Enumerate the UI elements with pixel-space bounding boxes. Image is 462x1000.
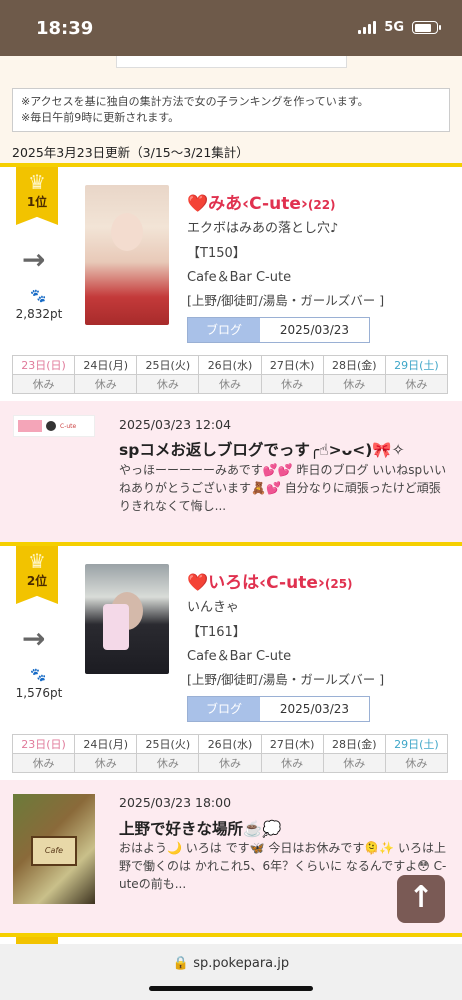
- notice-line-2: ※毎日午前9時に更新されます。: [21, 111, 180, 124]
- schedule-day: 23日(日): [11, 734, 76, 754]
- url-text: sp.pokepara.jp: [193, 956, 290, 971]
- schedule-day: 23日(日): [11, 355, 76, 375]
- schedule-day: 26日(水): [198, 355, 262, 375]
- scroll-to-top-button[interactable]: ↑: [397, 875, 445, 923]
- schedule-day: 25日(火): [136, 734, 200, 754]
- blog-label: ブログ: [188, 318, 260, 342]
- schedule-day: 27日(木): [260, 355, 324, 375]
- blog-post-time: 2025/03/23 18:00: [119, 795, 232, 810]
- rank-card-1[interactable]: ♛ 1位 → 🐾 2,832pt ❤️みあ‹C-ute›(22) エクボはみあの…: [0, 163, 462, 401]
- blog-post-title[interactable]: 上野で好きな場所☕️💭: [119, 817, 449, 839]
- schedule-day: 24日(月): [74, 355, 138, 375]
- blog-date: 2025/03/23: [279, 702, 350, 716]
- schedule-status: 休み: [384, 753, 449, 773]
- schedule-day: 29日(土): [384, 355, 449, 375]
- blog-link[interactable]: ブログ 2025/03/23: [187, 317, 370, 343]
- girl-age: (22): [307, 198, 336, 212]
- girl-name-link[interactable]: ❤️いろは‹C-ute›(25): [187, 568, 353, 593]
- home-indicator[interactable]: [149, 986, 313, 991]
- top-search-box-edge: [116, 56, 347, 68]
- schedule-day: 24日(月): [74, 734, 138, 754]
- schedule-status: 休み: [11, 753, 76, 773]
- schedule-day: 29日(土): [384, 734, 449, 754]
- update-date: 2025年3月23日更新（3/15〜3/21集計）: [12, 145, 249, 160]
- url-bar[interactable]: 🔒 sp.pokepara.jp: [0, 956, 462, 971]
- schedule-day: 25日(火): [136, 355, 200, 375]
- girl-age: (25): [324, 577, 353, 591]
- girl-name: みあ‹C-ute›: [208, 194, 308, 214]
- battery-icon: [412, 21, 441, 34]
- crown-icon: ♛: [28, 170, 46, 194]
- next-rank-card-edge: [0, 933, 462, 945]
- schedule-status: 休み: [260, 753, 324, 773]
- schedule-status: 休み: [198, 374, 262, 394]
- rank-card-2[interactable]: ♛ 2位 → 🐾 1,576pt ❤️いろは‹C-ute›(25) いんきゃ 【…: [0, 542, 462, 780]
- blog-post-1[interactable]: C-ute 2025/03/23 12:04 spコメお返しブログでっす╭☝︎>…: [0, 401, 462, 542]
- girl-name-link[interactable]: ❤️みあ‹C-ute›(22): [187, 189, 336, 214]
- lock-icon: 🔒: [172, 956, 194, 971]
- signal-icon: [358, 21, 377, 34]
- browser-bar: 🔒 sp.pokepara.jp: [0, 944, 462, 1000]
- network-label: 5G: [384, 20, 404, 35]
- notice-line-1: ※アクセスを基に独自の集計方法で女の子ランキングを作っています。: [21, 95, 369, 108]
- crown-icon: ♛: [28, 549, 46, 573]
- points: 1,576pt: [15, 686, 63, 700]
- girl-photo[interactable]: [85, 185, 169, 325]
- rank-label: 2位: [26, 574, 48, 588]
- schedule-status: 休み: [384, 374, 449, 394]
- height-info: 【T150】: [187, 246, 246, 261]
- schedule-table: 23日(日) 24日(月) 25日(火) 26日(水) 27日(木) 28日(金…: [11, 734, 449, 773]
- blog-date: 2025/03/23: [279, 323, 350, 337]
- blog-link[interactable]: ブログ 2025/03/23: [187, 696, 370, 722]
- rank-label: 1位: [26, 195, 48, 209]
- schedule-day: 28日(金): [322, 355, 386, 375]
- ranking-notice: ※アクセスを基に独自の集計方法で女の子ランキングを作っています。 ※毎日午前9時…: [12, 88, 450, 132]
- area-info: [上野/御徒町/湯島・ガールズバー ]: [187, 293, 385, 308]
- trend-arrow-icon: →: [22, 622, 46, 655]
- area-info: [上野/御徒町/湯島・ガールズバー ]: [187, 672, 385, 687]
- paw-icon: 🐾: [30, 289, 47, 304]
- schedule-status: 休み: [74, 374, 138, 394]
- points: 2,832pt: [15, 307, 63, 321]
- height-info: 【T161】: [187, 625, 246, 640]
- blog-post-excerpt: やっほーーーーーみあです💕💕 昨日のブログ いいねspいいねありがとうございます…: [119, 463, 447, 513]
- schedule-status: 休み: [260, 374, 324, 394]
- schedule-status: 休み: [322, 753, 386, 773]
- paw-icon: 🐾: [30, 668, 47, 683]
- blog-post-2[interactable]: Cafe 2025/03/23 18:00 上野で好きな場所☕️💭 おはよう🌙 …: [0, 780, 462, 933]
- schedule-day: 26日(水): [198, 734, 262, 754]
- blog-post-title[interactable]: spコメお返しブログでっす╭☝︎>ᴗ<)🎀✧: [119, 438, 449, 460]
- schedule-status: 休み: [322, 374, 386, 394]
- blog-label: ブログ: [188, 697, 260, 721]
- status-time: 18:39: [36, 18, 94, 39]
- blog-thumbnail: C-ute: [13, 415, 95, 437]
- schedule-status: 休み: [11, 374, 76, 394]
- trend-arrow-icon: →: [22, 243, 46, 276]
- blog-thumbnail: Cafe: [13, 794, 95, 904]
- schedule-status: 休み: [136, 753, 200, 773]
- girl-photo[interactable]: [85, 564, 169, 674]
- shop-name[interactable]: Cafe＆Bar C-ute: [187, 645, 291, 664]
- rank-badge: ♛ 2位: [16, 546, 58, 604]
- catchphrase: いんきゃ: [187, 600, 240, 615]
- rank-badge: ♛ 1位: [16, 167, 58, 225]
- shop-name[interactable]: Cafe＆Bar C-ute: [187, 266, 291, 285]
- schedule-status: 休み: [74, 753, 138, 773]
- heart-icon: ❤️: [187, 194, 209, 214]
- schedule-status: 休み: [198, 753, 262, 773]
- status-bar: 18:39 5G: [0, 0, 462, 56]
- schedule-day: 27日(木): [260, 734, 324, 754]
- schedule-status: 休み: [136, 374, 200, 394]
- schedule-table: 23日(日) 24日(月) 25日(火) 26日(水) 27日(木) 28日(金…: [11, 355, 449, 394]
- girl-name: いろは‹C-ute›: [208, 573, 325, 593]
- status-indicators: 5G: [358, 20, 441, 35]
- schedule-day: 28日(金): [322, 734, 386, 754]
- heart-icon: ❤️: [187, 573, 209, 593]
- catchphrase: エクボはみあの落とし穴♪: [187, 221, 339, 236]
- blog-post-time: 2025/03/23 12:04: [119, 417, 232, 432]
